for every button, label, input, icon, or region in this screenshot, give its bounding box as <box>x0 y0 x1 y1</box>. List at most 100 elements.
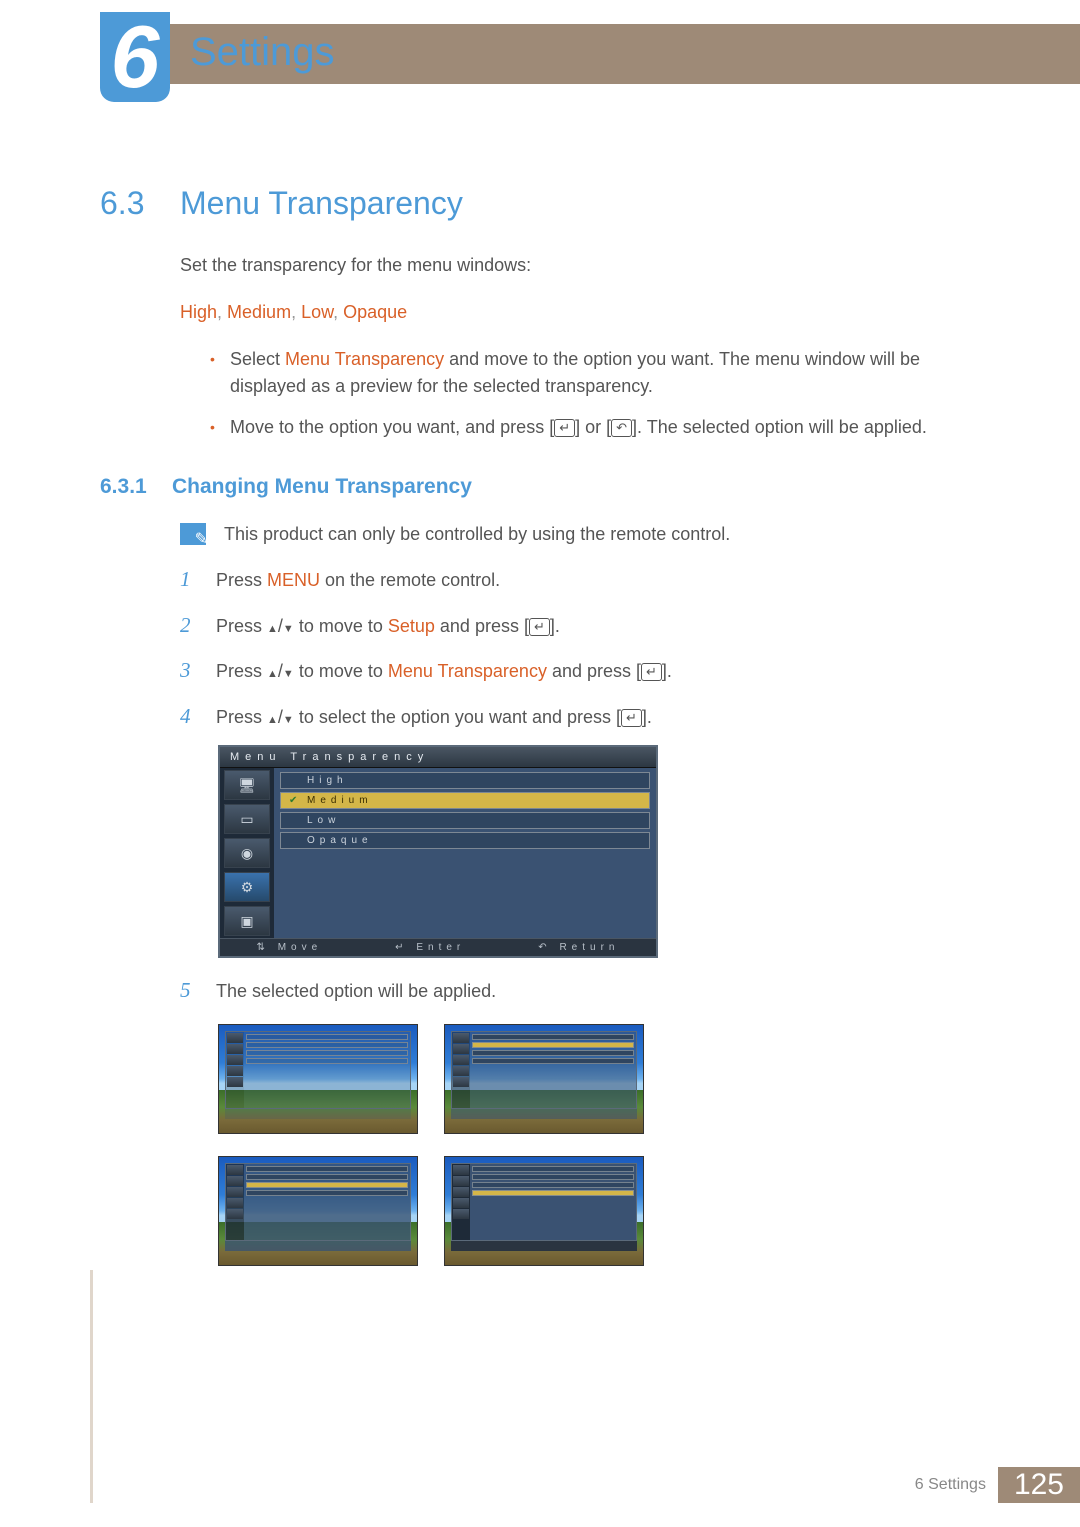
osd-tab-picture-icon: 🖥 <box>224 770 270 800</box>
mini-osd <box>225 1163 411 1241</box>
steps-list: 1 Press MENU on the remote control. 2 Pr… <box>180 563 990 733</box>
enter-icon: ↵ <box>621 709 642 727</box>
t: Press <box>216 661 267 681</box>
mini-foot <box>225 1109 411 1119</box>
page-footer: 6 Settings 125 <box>915 1467 1080 1503</box>
subsection-heading: 6.3.1 Changing Menu Transparency <box>100 475 990 499</box>
osd-sidebar: 🖥 ▭ ◉ ⚙ ▣ <box>220 768 274 938</box>
mini-osd <box>451 1163 637 1241</box>
down-arrow-icon <box>283 707 294 727</box>
thumb-medium <box>444 1024 644 1134</box>
bullet-1: Select Menu Transparency and move to the… <box>210 346 990 400</box>
osd-option-opaque: ✔Opaque <box>280 832 650 849</box>
note-text: This product can only be controlled by u… <box>224 524 730 545</box>
t: ]. <box>550 616 560 636</box>
mini-osd <box>451 1031 637 1109</box>
section-heading: 6.3 Menu Transparency <box>100 185 990 222</box>
up-arrow-icon <box>267 661 278 681</box>
page-number: 125 <box>998 1467 1080 1503</box>
section-number: 6.3 <box>100 185 158 222</box>
options-line: High, Medium, Low, Opaque <box>180 299 990 326</box>
sep: , <box>333 302 343 322</box>
label: Opaque <box>307 835 373 846</box>
chapter-title: Settings <box>190 30 335 75</box>
bullet-2: Move to the option you want, and press [… <box>210 414 990 441</box>
osd-option-high: ✔High <box>280 772 650 789</box>
osd-footer: ⇅ Move ↵ Enter ↶ Return <box>220 938 656 956</box>
hl: Menu Transparency <box>388 661 547 681</box>
left-gutter-rule <box>90 1270 93 1503</box>
chapter-number-badge: 6 <box>100 12 170 102</box>
thumb-low <box>218 1156 418 1266</box>
step-4: 4 Press / to select the option you want … <box>180 700 990 734</box>
text: Move to the option you want, and press [ <box>230 417 554 437</box>
mini-main <box>244 1164 410 1240</box>
transparency-thumbnails <box>218 1024 990 1266</box>
down-arrow-icon <box>283 661 294 681</box>
t: Enter <box>416 942 465 953</box>
mini-side <box>226 1164 244 1240</box>
up-arrow-icon <box>267 707 278 727</box>
osd-hint-move: ⇅ Move <box>257 942 323 953</box>
step-2: 2 Press / to move to Setup and press [↵]… <box>180 609 990 643</box>
sep: , <box>291 302 301 322</box>
subsection-number: 6.3.1 <box>100 475 158 499</box>
label: Low <box>307 815 340 826</box>
t: Press <box>216 570 267 590</box>
note-icon <box>180 523 206 545</box>
section-title: Menu Transparency <box>180 185 463 222</box>
step-text: Press MENU on the remote control. <box>216 566 990 595</box>
t: Return <box>559 942 619 953</box>
mini-foot <box>451 1241 637 1251</box>
t: ]. <box>662 661 672 681</box>
label: High <box>307 775 348 786</box>
osd-menu-screenshot: Menu Transparency 🖥 ▭ ◉ ⚙ ▣ ✔High ✔Mediu… <box>218 745 658 958</box>
highlight: Menu Transparency <box>285 349 444 369</box>
step-3: 3 Press / to move to Menu Transparency a… <box>180 654 990 688</box>
thumb-opaque <box>444 1156 644 1266</box>
t: Press <box>216 707 267 727</box>
intro-text: Set the transparency for the menu window… <box>180 252 990 279</box>
step-1: 1 Press MENU on the remote control. <box>180 563 990 597</box>
label: Medium <box>307 795 373 806</box>
osd-hint-enter: ↵ Enter <box>395 942 465 953</box>
option-high: High <box>180 302 217 322</box>
osd-title: Menu Transparency <box>220 747 656 768</box>
step-text: Press / to move to Menu Transparency and… <box>216 657 990 686</box>
mini-main <box>244 1032 410 1108</box>
osd-tab-multi-icon: ▣ <box>224 906 270 936</box>
mini-foot <box>451 1109 637 1119</box>
down-arrow-icon <box>283 616 294 636</box>
subsection-title: Changing Menu Transparency <box>172 475 472 499</box>
osd-options: ✔High ✔Medium ✔Low ✔Opaque <box>274 768 656 938</box>
thumb-high <box>218 1024 418 1134</box>
note-row: This product can only be controlled by u… <box>180 523 990 545</box>
text: ] or [ <box>575 417 611 437</box>
t: Press <box>216 616 267 636</box>
step-number: 4 <box>180 700 198 734</box>
step-number: 5 <box>180 974 198 1008</box>
mini-side <box>452 1164 470 1240</box>
enter-icon: ↵ <box>641 663 662 681</box>
enter-icon: ↵ <box>529 618 550 636</box>
return-icon: ↶ <box>611 419 632 437</box>
step-5: 5 The selected option will be applied. <box>180 974 990 1008</box>
t: to move to <box>294 616 388 636</box>
osd-option-medium: ✔Medium <box>280 792 650 809</box>
enter-icon: ↵ <box>554 419 575 437</box>
steps-list-cont: 5 The selected option will be applied. <box>180 974 990 1008</box>
footer-chapter-label: 6 Settings <box>915 1476 986 1494</box>
step-text: Press / to select the option you want an… <box>216 703 990 732</box>
mini-side <box>226 1032 244 1108</box>
t: Move <box>278 942 322 953</box>
sep: , <box>217 302 227 322</box>
t: and press [ <box>547 661 641 681</box>
step-number: 3 <box>180 654 198 688</box>
t: ]. <box>642 707 652 727</box>
step-text: Press / to move to Setup and press [↵]. <box>216 612 990 641</box>
step-number: 2 <box>180 609 198 643</box>
osd-tab-input-icon: ▭ <box>224 804 270 834</box>
mini-main <box>470 1032 636 1108</box>
osd-hint-return: ↶ Return <box>538 942 619 953</box>
osd-tab-sound-icon: ◉ <box>224 838 270 868</box>
